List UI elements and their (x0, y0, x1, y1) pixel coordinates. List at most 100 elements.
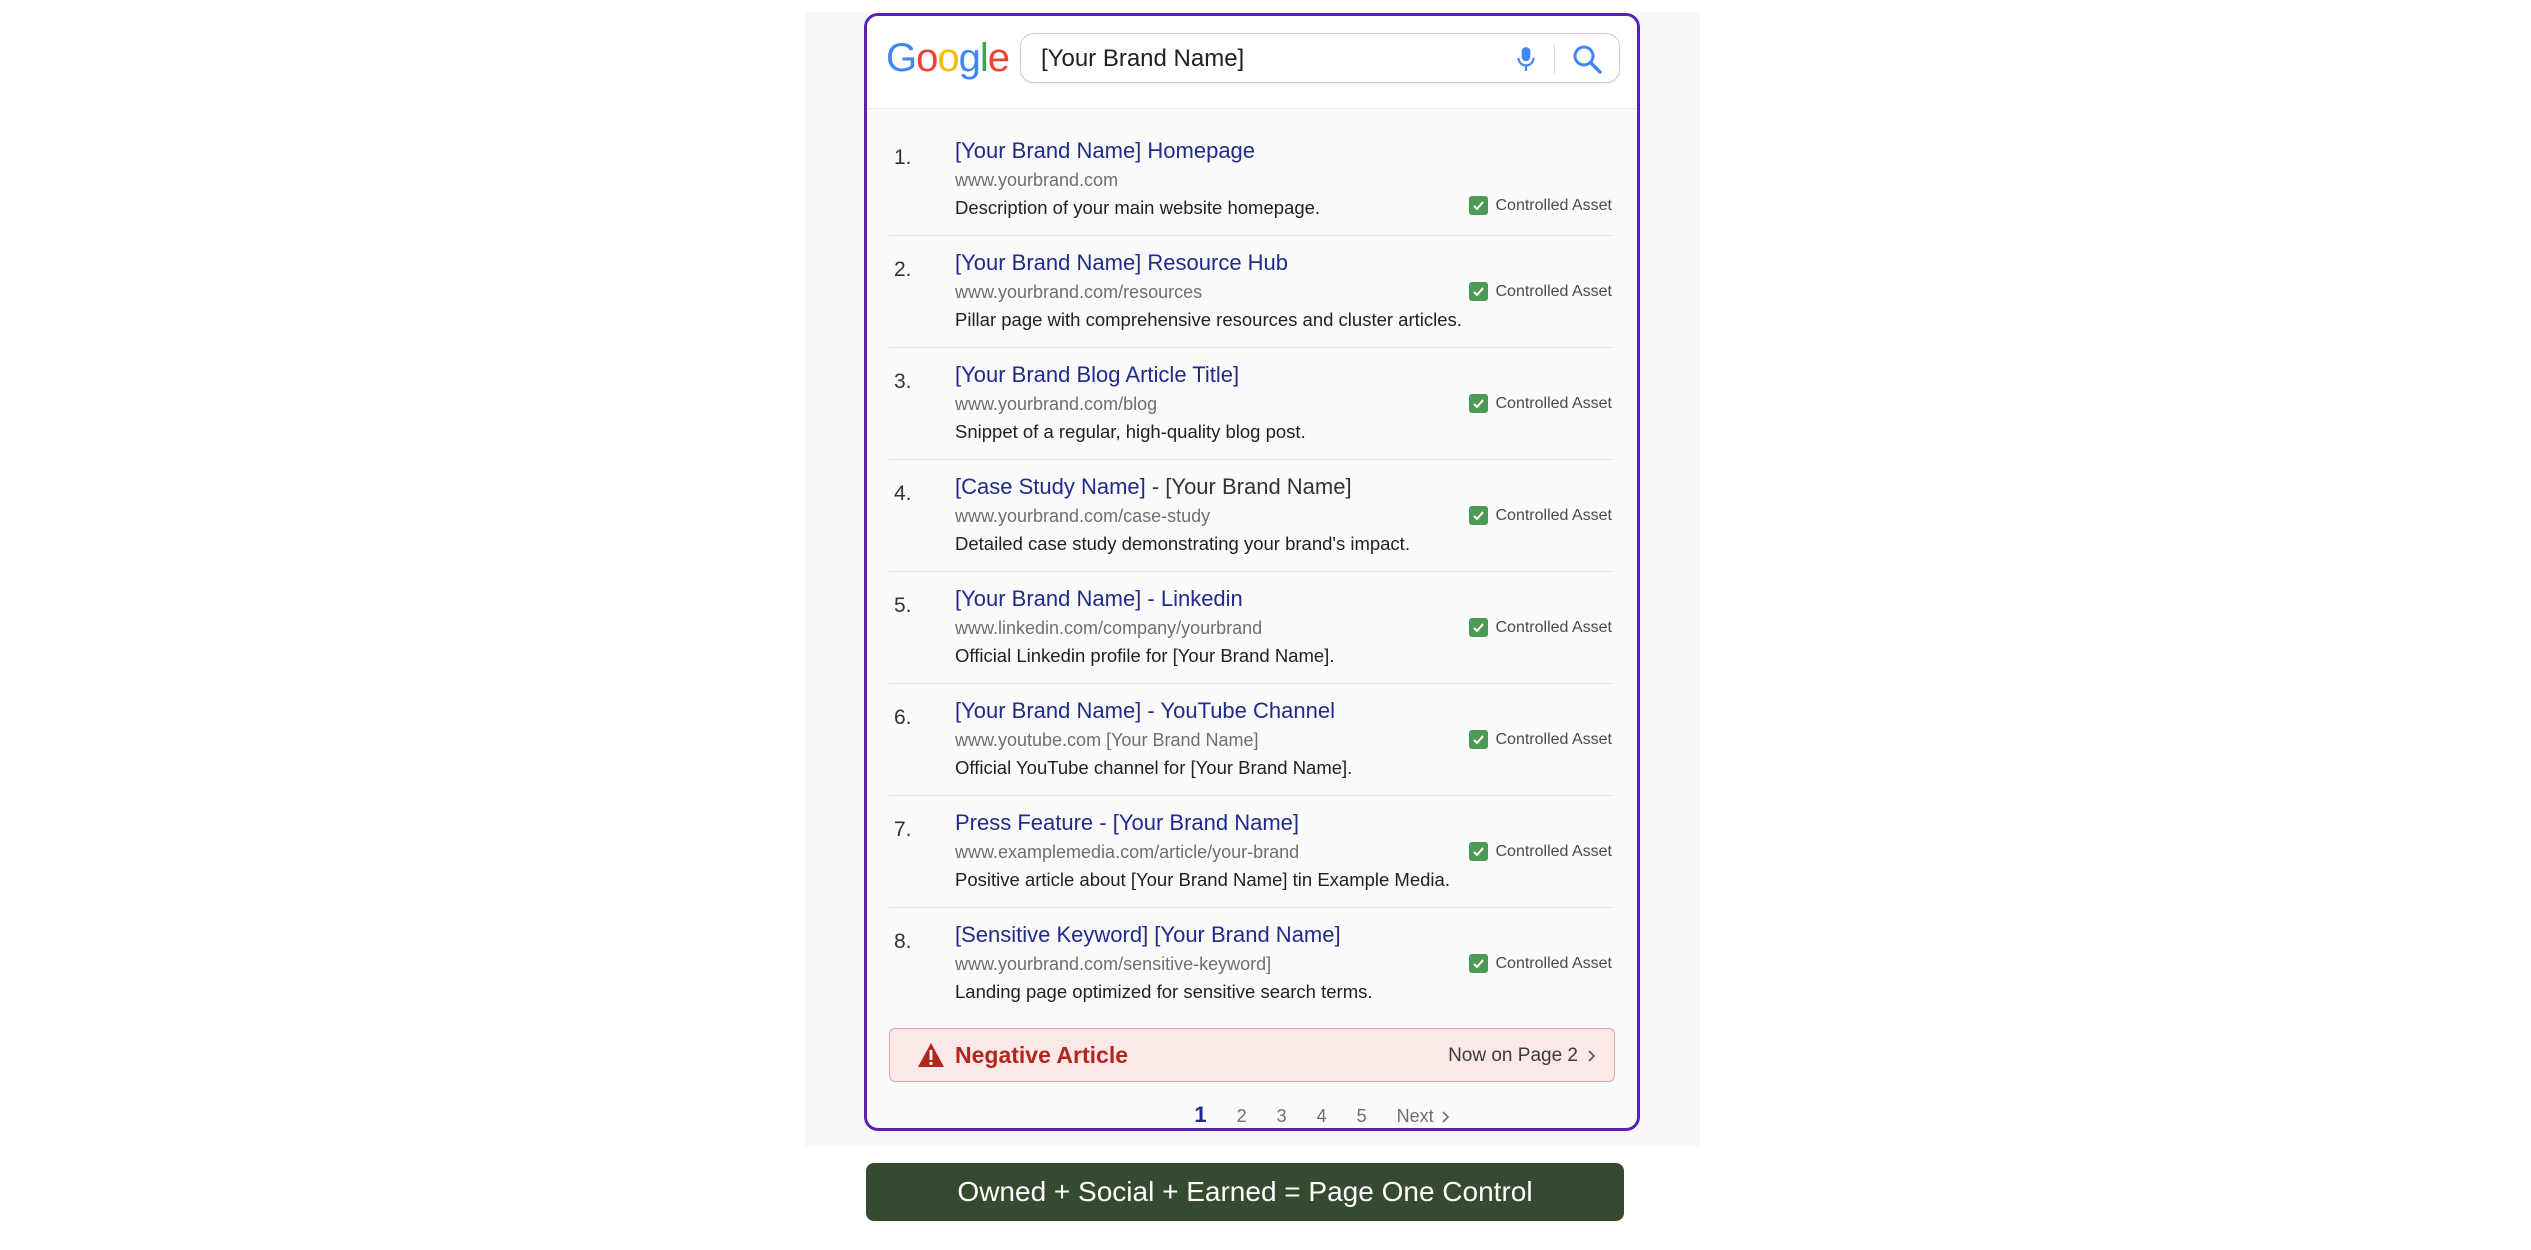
controlled-asset-badge: Controlled Asset (1469, 618, 1612, 637)
result-url: www.yourbrand.com (955, 170, 1119, 190)
result-title-link[interactable]: [Sensitive Keyword] [Your Brand Name] (955, 922, 1341, 948)
result-number: 1. (894, 146, 912, 169)
result-url: www.yourbrand.com/sensitive-keyword] (955, 954, 1272, 974)
controlled-asset-badge: Controlled Asset (1469, 842, 1612, 861)
result-url: www.youtube.com [Your Brand Name] (955, 730, 1259, 750)
search-box (1020, 33, 1620, 83)
negative-article-label: Negative Article (955, 1042, 1128, 1068)
controlled-asset-badge: Controlled Asset (1469, 954, 1612, 973)
badge-label: Controlled Asset (1495, 954, 1612, 972)
logo-letter: e (987, 36, 1010, 80)
warning-icon (918, 1043, 944, 1067)
checkmark-icon (1469, 196, 1489, 215)
result-title-text: [Your Brand Name] - Linkedin (955, 586, 1243, 611)
checkmark-icon (1469, 282, 1489, 301)
microphone-icon[interactable] (1513, 45, 1539, 73)
result-item: 5. [Your Brand Name] - Linkedin www.link… (889, 572, 1612, 684)
result-title-link[interactable]: [Your Brand Blog Article Title] (955, 362, 1239, 388)
negative-page-text: Now on Page 2 (1448, 1045, 1578, 1066)
search-divider (1554, 44, 1555, 74)
checkmark-icon (1469, 954, 1489, 973)
result-title-link[interactable]: [Case Study Name] - [Your Brand Name] (955, 474, 1352, 500)
result-item: 3. [Your Brand Blog Article Title] www.y… (889, 348, 1612, 460)
controlled-asset-badge: Controlled Asset (1469, 282, 1612, 301)
logo-letter: o (916, 36, 938, 80)
result-url: www.yourbrand.com/case-study (955, 506, 1211, 526)
result-title-link[interactable]: [Your Brand Name] Homepage (955, 138, 1255, 164)
badge-label: Controlled Asset (1495, 730, 1612, 748)
next-label: Next (1396, 1106, 1434, 1126)
result-number: 2. (894, 258, 912, 281)
pagination: 1 2 3 4 5 Next (867, 1102, 1637, 1128)
result-item: 4. [Case Study Name] - [Your Brand Name]… (889, 460, 1612, 572)
controlled-asset-badge: Controlled Asset (1469, 196, 1612, 215)
next-page-button[interactable]: Next (1397, 1106, 1450, 1127)
logo-letter: G (886, 36, 917, 80)
badge-label: Controlled Asset (1495, 196, 1612, 214)
result-number: 7. (894, 818, 912, 841)
checkmark-icon (1469, 730, 1489, 749)
page-link-current[interactable]: 1 (1194, 1102, 1206, 1128)
result-number: 4. (894, 482, 912, 505)
result-description: Snippet of a regular, high-quality blog … (955, 421, 1306, 442)
result-description: Pillar page with comprehensive resources… (955, 309, 1462, 330)
badge-label: Controlled Asset (1495, 282, 1612, 300)
result-url: www.examplemedia.com/article/your-brand (955, 842, 1300, 862)
checkmark-icon (1469, 618, 1489, 637)
search-icon[interactable] (1571, 43, 1603, 75)
result-title-suffix: - [Your Brand Name] (1145, 474, 1352, 499)
result-number: 8. (894, 930, 912, 953)
badge-label: Controlled Asset (1495, 842, 1612, 860)
result-title-text: [Your Brand Name] - YouTube Channel (955, 698, 1335, 723)
google-logo: Google (886, 36, 1010, 81)
result-url: www.linkedin.com/company/yourbrand (955, 618, 1263, 638)
result-title-text: Press Feature - [Your Brand Name] (955, 810, 1300, 835)
result-title-link[interactable]: [Your Brand Name] Resource Hub (955, 250, 1288, 276)
result-url: www.yourbrand.com/resources (955, 282, 1203, 302)
page-link[interactable]: 4 (1317, 1106, 1327, 1127)
search-input[interactable] (1039, 43, 1513, 75)
negative-article-banner[interactable]: Negative Article Now on Page 2 (889, 1028, 1615, 1082)
result-title-link[interactable]: [Your Brand Name] - YouTube Channel (955, 698, 1335, 724)
page-link[interactable]: 3 (1277, 1106, 1287, 1127)
checkmark-icon (1469, 394, 1489, 413)
controlled-asset-badge: Controlled Asset (1469, 506, 1612, 525)
result-item: 2. [Your Brand Name] Resource Hub www.yo… (889, 236, 1612, 348)
result-item: 1. [Your Brand Name] Homepage www.yourbr… (889, 124, 1612, 236)
result-title-text: [Case Study Name] (955, 474, 1146, 499)
controlled-asset-badge: Controlled Asset (1469, 394, 1612, 413)
results-list: 1. [Your Brand Name] Homepage www.yourbr… (867, 124, 1637, 1019)
result-description: Positive article about [Your Brand Name]… (955, 869, 1450, 890)
logo-letter: g (958, 36, 981, 80)
badge-label: Controlled Asset (1495, 394, 1612, 412)
result-item: 8. [Sensitive Keyword] [Your Brand Name]… (889, 908, 1612, 1019)
result-title-text: [Your Brand Name] Resource Hub (955, 250, 1289, 275)
logo-letter: o (937, 36, 959, 80)
result-number: 6. (894, 706, 912, 729)
badge-label: Controlled Asset (1495, 618, 1612, 636)
result-title-text: [Your Brand Name] Homepage (955, 138, 1256, 163)
page-link[interactable]: 2 (1237, 1106, 1247, 1127)
negative-article-page: Now on Page 2 (1448, 1045, 1596, 1067)
checkmark-icon (1469, 842, 1489, 861)
result-number: 5. (894, 594, 912, 617)
result-description: Official Linkedin profile for [Your Bran… (955, 645, 1335, 666)
chevron-right-icon (1442, 1110, 1449, 1123)
page-link[interactable]: 5 (1357, 1106, 1367, 1127)
controlled-asset-badge: Controlled Asset (1469, 730, 1612, 749)
result-description: Description of your main website homepag… (955, 197, 1321, 218)
result-description: Detailed case study demonstrating your b… (955, 533, 1410, 554)
result-item: 7. Press Feature - [Your Brand Name] www… (889, 796, 1612, 908)
result-description: Official YouTube channel for [Your Brand… (955, 757, 1353, 778)
search-header: Google (867, 16, 1637, 109)
checkmark-icon (1469, 506, 1489, 525)
result-number: 3. (894, 370, 912, 393)
result-description: Landing page optimized for sensitive sea… (955, 981, 1373, 1002)
chevron-right-icon (1588, 1050, 1596, 1062)
result-title-text: [Sensitive Keyword] [Your Brand Name] (955, 922, 1341, 947)
result-title-link[interactable]: Press Feature - [Your Brand Name] (955, 810, 1299, 836)
logo-letter: l (979, 36, 989, 80)
result-title-link[interactable]: [Your Brand Name] - Linkedin (955, 586, 1243, 612)
result-title-text: [Your Brand Blog Article Title] (955, 362, 1240, 387)
summary-banner: Owned + Social + Earned = Page One Contr… (866, 1163, 1624, 1221)
